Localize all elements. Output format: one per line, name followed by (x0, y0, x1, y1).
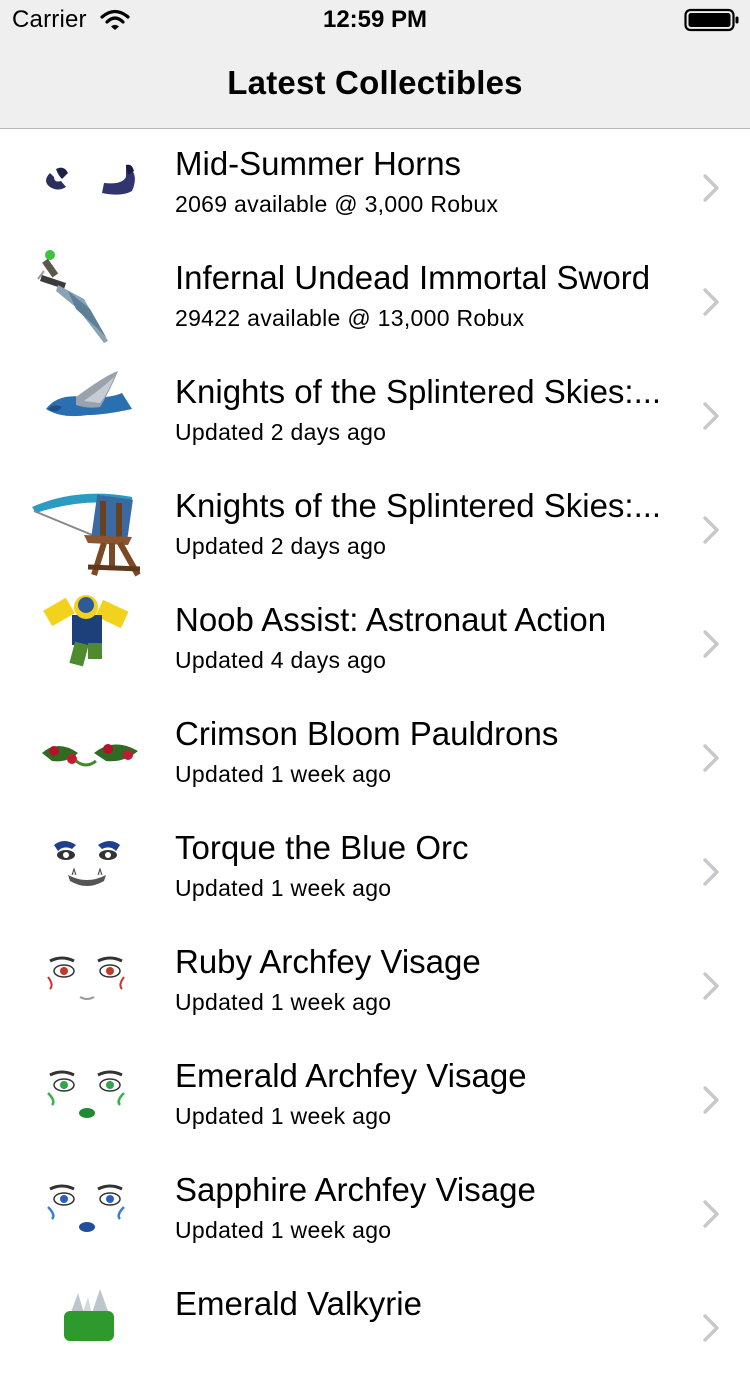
item-title: Knights of the Splintered Skies:... (175, 373, 662, 410)
list-item[interactable]: Crimson Bloom Pauldrons Updated 1 week a… (0, 699, 750, 813)
chevron-right-icon (703, 402, 719, 430)
chevron-right-icon (703, 972, 719, 1000)
item-title: Knights of the Splintered Skies:... (175, 487, 662, 524)
list-item[interactable]: Knights of the Splintered Skies:... Upda… (0, 357, 750, 471)
item-subtitle: Updated 1 week ago (175, 989, 392, 1015)
item-subtitle: Updated 2 days ago (175, 533, 387, 559)
list-item[interactable]: Noob Assist: Astronaut Action Updated 4 … (0, 585, 750, 699)
item-thumbnail (28, 477, 146, 577)
list-item[interactable]: Knights of the Splintered Skies:... Upda… (0, 471, 750, 585)
chevron-right-icon (703, 1200, 719, 1228)
status-time: 12:59 PM (322, 6, 428, 33)
item-thumbnail (28, 249, 146, 349)
item-subtitle: Updated 4 days ago (175, 647, 387, 673)
item-thumbnail (28, 363, 146, 463)
list-item[interactable]: Infernal Undead Immortal Sword 29422 ava… (0, 243, 750, 357)
chevron-right-icon (703, 744, 719, 772)
navigation-bar: Latest Collectibles (0, 40, 750, 129)
item-thumbnail (28, 933, 146, 1033)
list-item[interactable]: Mid-Summer Horns 2069 available @ 3,000 … (0, 129, 750, 243)
page-title: Latest Collectibles (227, 64, 523, 101)
chevron-right-icon (703, 1086, 719, 1114)
item-thumbnail (28, 1047, 146, 1147)
status-bar: Carrier 12:59 PM (0, 0, 750, 40)
item-subtitle: Updated 1 week ago (175, 875, 392, 901)
item-title: Infernal Undead Immortal Sword (175, 259, 651, 296)
item-title: Mid-Summer Horns (175, 145, 462, 182)
item-thumbnail (28, 135, 146, 235)
battery-icon (684, 8, 740, 32)
chevron-right-icon (703, 288, 719, 316)
item-title: Ruby Archfey Visage (175, 943, 481, 980)
collectibles-list[interactable]: Mid-Summer Horns 2069 available @ 3,000 … (0, 129, 750, 1383)
chevron-right-icon (703, 630, 719, 658)
item-subtitle: Updated 1 week ago (175, 1217, 392, 1243)
item-subtitle: 29422 available @ 13,000 Robux (175, 305, 525, 331)
item-subtitle: Updated 1 week ago (175, 761, 392, 787)
item-thumbnail (28, 1275, 146, 1375)
chevron-right-icon (703, 1314, 719, 1342)
chevron-right-icon (703, 516, 719, 544)
item-thumbnail (28, 1161, 146, 1261)
item-thumbnail (28, 591, 146, 691)
item-title: Torque the Blue Orc (175, 829, 469, 866)
item-title: Emerald Valkyrie (175, 1285, 422, 1322)
item-subtitle: Updated 2 days ago (175, 419, 387, 445)
list-item[interactable]: Emerald Valkyrie (0, 1269, 750, 1383)
list-item[interactable]: Sapphire Archfey Visage Updated 1 week a… (0, 1155, 750, 1269)
item-title: Sapphire Archfey Visage (175, 1171, 536, 1208)
item-thumbnail (28, 705, 146, 805)
list-item[interactable]: Ruby Archfey Visage Updated 1 week ago (0, 927, 750, 1041)
list-item[interactable]: Torque the Blue Orc Updated 1 week ago (0, 813, 750, 927)
item-title: Emerald Archfey Visage (175, 1057, 527, 1094)
item-subtitle: Updated 1 week ago (175, 1103, 392, 1129)
item-thumbnail (28, 819, 146, 919)
chevron-right-icon (703, 858, 719, 886)
chevron-right-icon (703, 174, 719, 202)
item-title: Noob Assist: Astronaut Action (175, 601, 607, 638)
list-item[interactable]: Emerald Archfey Visage Updated 1 week ag… (0, 1041, 750, 1155)
item-subtitle: 2069 available @ 3,000 Robux (175, 191, 499, 217)
item-title: Crimson Bloom Pauldrons (175, 715, 559, 752)
